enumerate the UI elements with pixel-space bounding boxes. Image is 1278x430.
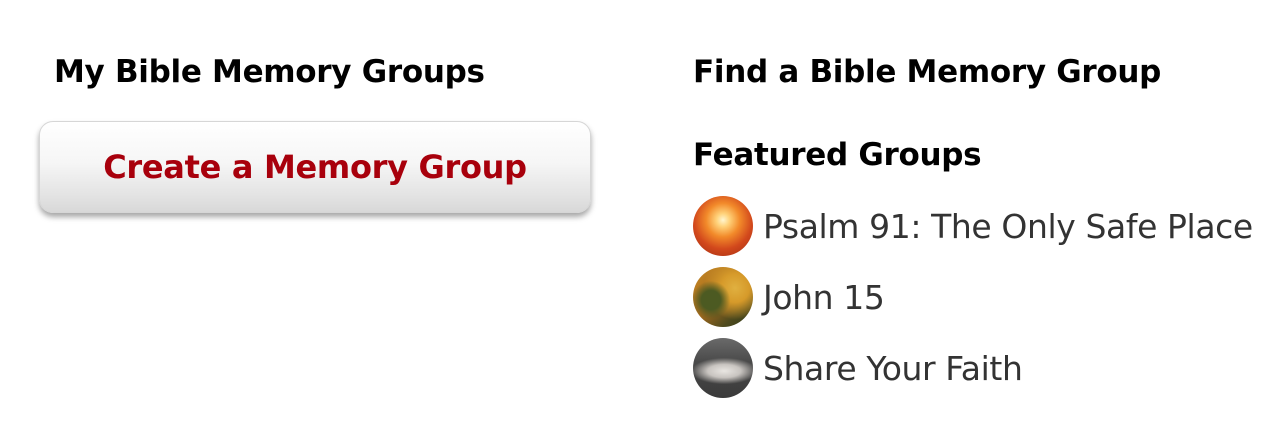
my-groups-heading: My Bible Memory Groups bbox=[54, 54, 485, 90]
create-memory-group-button[interactable]: Create a Memory Group bbox=[39, 121, 591, 213]
featured-group-name[interactable]: Psalm 91: The Only Safe Place bbox=[763, 207, 1253, 246]
featured-group-share-your-faith[interactable]: Share Your Faith bbox=[693, 336, 1253, 400]
featured-group-psalm-91[interactable]: Psalm 91: The Only Safe Place bbox=[693, 194, 1253, 258]
featured-group-john-15[interactable]: John 15 bbox=[693, 265, 1253, 329]
featured-group-name[interactable]: John 15 bbox=[763, 278, 885, 317]
featured-groups-list: Psalm 91: The Only Safe Place John 15 Sh… bbox=[693, 194, 1253, 407]
find-groups-section: Find a Bible Memory Group Featured Group… bbox=[693, 52, 1273, 398]
create-memory-group-label: Create a Memory Group bbox=[103, 148, 527, 186]
featured-groups-heading: Featured Groups bbox=[693, 137, 982, 173]
vine-thumbnail-icon[interactable] bbox=[693, 267, 753, 327]
featured-group-name[interactable]: Share Your Faith bbox=[763, 349, 1023, 388]
my-groups-section: My Bible Memory Groups Create a Memory G… bbox=[39, 52, 614, 213]
open-book-thumbnail-icon[interactable] bbox=[693, 338, 753, 398]
find-groups-heading: Find a Bible Memory Group bbox=[693, 54, 1162, 90]
sunlight-thumbnail-icon[interactable] bbox=[693, 196, 753, 256]
